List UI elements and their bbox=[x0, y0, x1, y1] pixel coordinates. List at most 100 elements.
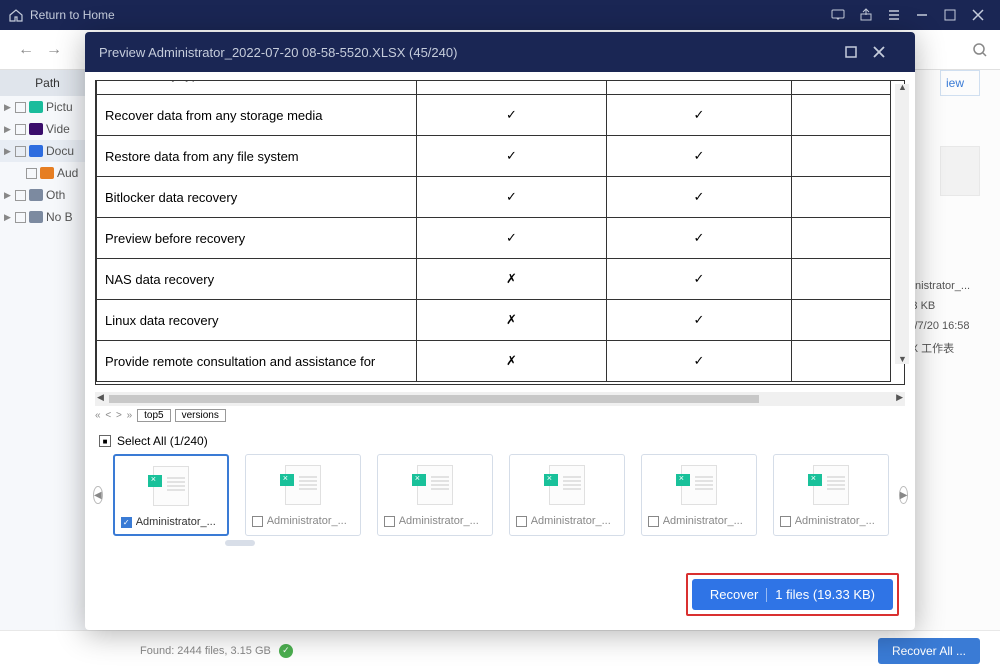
thumbnail[interactable]: ✓ Administrator_... bbox=[113, 454, 229, 536]
thumb-next-icon[interactable]: ▶ bbox=[899, 486, 909, 504]
sheet-tab-bar: « < > » top5 versions bbox=[85, 406, 915, 424]
table-row: Bitlocker data recovery✓✓ bbox=[97, 177, 891, 218]
table-cell: NAS data recovery bbox=[97, 259, 417, 300]
chevron-right-icon[interactable]: ▶ bbox=[4, 190, 12, 201]
thumbnail[interactable]: Administrator_... bbox=[509, 454, 625, 536]
share-icon[interactable] bbox=[852, 1, 880, 29]
thumb-checkbox[interactable] bbox=[384, 516, 395, 527]
chevron-right-icon[interactable]: ▶ bbox=[4, 124, 12, 135]
return-home-link[interactable]: Return to Home bbox=[30, 8, 115, 22]
thumb-checkbox[interactable]: ✓ bbox=[121, 517, 132, 528]
thumbnail[interactable]: Administrator_... bbox=[377, 454, 493, 536]
thumb-label: Administrator_... bbox=[399, 515, 479, 527]
forward-arrow-icon[interactable]: → bbox=[40, 36, 68, 64]
folder-icon bbox=[29, 123, 43, 135]
comment-icon[interactable] bbox=[824, 1, 852, 29]
scroll-up-icon[interactable]: ▲ bbox=[898, 82, 907, 92]
thumb-label: Administrator_... bbox=[136, 516, 216, 528]
back-arrow-icon[interactable]: ← bbox=[12, 36, 40, 64]
table-cell: ✗ bbox=[417, 300, 607, 341]
table-cell bbox=[792, 177, 891, 218]
close-icon[interactable] bbox=[964, 1, 992, 29]
table-cell: Restore data from any file system bbox=[97, 136, 417, 177]
tree-label: No B bbox=[46, 210, 73, 224]
minimize-icon[interactable] bbox=[908, 1, 936, 29]
table-cell: ✓ bbox=[417, 177, 607, 218]
table-cell: Linux data recovery bbox=[97, 300, 417, 341]
table-cell: ✓ bbox=[417, 218, 607, 259]
chevron-right-icon[interactable]: ▶ bbox=[4, 102, 12, 113]
scrollbar-thumb[interactable] bbox=[109, 395, 759, 403]
sidebar-item[interactable]: ▶ Oth bbox=[0, 184, 95, 206]
thumb-checkbox[interactable] bbox=[780, 516, 791, 527]
table-cell bbox=[792, 80, 891, 95]
folder-icon bbox=[29, 189, 43, 201]
recover-button[interactable]: Recover 1 files (19.33 KB) bbox=[692, 579, 893, 610]
menu-icon[interactable] bbox=[880, 1, 908, 29]
table-cell: ✓ bbox=[607, 218, 792, 259]
table-cell: ✓ bbox=[417, 80, 607, 95]
table-cell: ✓ bbox=[607, 80, 792, 95]
thumbnail[interactable]: Administrator_... bbox=[245, 454, 361, 536]
thumb-scrollbar[interactable] bbox=[105, 540, 895, 546]
tree-label: Oth bbox=[46, 188, 65, 202]
tree-checkbox[interactable] bbox=[15, 190, 26, 201]
spreadsheet-grid: Recover any type of files✓✓Recover data … bbox=[85, 72, 915, 392]
thumb-prev-icon[interactable]: ◀ bbox=[93, 486, 103, 504]
chevron-right-icon[interactable]: ▶ bbox=[4, 212, 12, 223]
recover-all-button[interactable]: Recover All ... bbox=[878, 638, 980, 664]
path-header: Path bbox=[0, 70, 95, 96]
tree-checkbox[interactable] bbox=[15, 146, 26, 157]
sidebar-item[interactable]: Aud bbox=[0, 162, 95, 184]
check-circle-icon: ✓ bbox=[279, 644, 293, 658]
sheet-tab-top5[interactable]: top5 bbox=[137, 409, 170, 422]
table-cell: ✗ bbox=[417, 341, 607, 382]
modal-maximize-icon[interactable] bbox=[845, 46, 873, 58]
tree-checkbox[interactable] bbox=[26, 168, 37, 179]
chevron-right-icon[interactable]: ▶ bbox=[4, 146, 12, 157]
maximize-icon[interactable] bbox=[936, 1, 964, 29]
tree-checkbox[interactable] bbox=[15, 212, 26, 223]
thumb-checkbox[interactable] bbox=[648, 516, 659, 527]
tree-checkbox[interactable] bbox=[15, 102, 26, 113]
sidebar-item[interactable]: ▶Docu bbox=[0, 140, 95, 162]
table-cell bbox=[792, 218, 891, 259]
sidebar-item[interactable]: ▶ No B bbox=[0, 206, 95, 228]
select-all-row[interactable]: ■ Select All (1/240) bbox=[85, 424, 915, 454]
scroll-left-icon[interactable]: ◀ bbox=[97, 392, 104, 403]
thumb-label: Administrator_... bbox=[531, 515, 611, 527]
recover-detail: 1 files (19.33 KB) bbox=[775, 587, 875, 602]
select-all-label: Select All (1/240) bbox=[117, 434, 208, 448]
xlsx-file-icon bbox=[417, 465, 453, 505]
table-cell bbox=[792, 136, 891, 177]
scroll-down-icon[interactable]: ▼ bbox=[898, 354, 907, 364]
tree-checkbox[interactable] bbox=[15, 124, 26, 135]
folder-icon bbox=[29, 101, 43, 113]
sidebar-item[interactable]: ▶ Pictu bbox=[0, 96, 95, 118]
tree-label: Pictu bbox=[46, 100, 73, 114]
search-icon[interactable] bbox=[972, 42, 988, 58]
table-row: NAS data recovery✗✓ bbox=[97, 259, 891, 300]
thumbnail[interactable]: Administrator_... bbox=[773, 454, 889, 536]
vertical-scrollbar[interactable]: ▲ ▼ bbox=[895, 84, 909, 364]
sidebar-item[interactable]: ▶ Vide bbox=[0, 118, 95, 140]
home-icon[interactable] bbox=[8, 7, 24, 23]
view-button-bg[interactable]: iew bbox=[940, 70, 980, 96]
thumb-checkbox[interactable] bbox=[516, 516, 527, 527]
xlsx-file-icon bbox=[153, 466, 189, 506]
thumb-checkbox[interactable] bbox=[252, 516, 263, 527]
tree-label: Vide bbox=[46, 122, 70, 136]
modal-title: Preview Administrator_2022-07-20 08-58-5… bbox=[99, 45, 457, 60]
scroll-right-icon[interactable]: ▶ bbox=[896, 392, 903, 403]
sheet-nav-arrows[interactable]: « < > » bbox=[95, 410, 133, 421]
xlsx-file-icon bbox=[813, 465, 849, 505]
modal-close-icon[interactable] bbox=[873, 46, 901, 58]
horizontal-scrollbar[interactable]: ◀ ▶ bbox=[95, 392, 905, 406]
doc-placeholder-icon bbox=[940, 146, 980, 196]
sidebar: Path ▶ Pictu ▶ Vide ▶DocuAud ▶ Oth ▶ No B bbox=[0, 70, 95, 630]
select-all-checkbox[interactable]: ■ bbox=[99, 435, 111, 447]
sheet-tab-versions[interactable]: versions bbox=[175, 409, 226, 422]
thumbnail[interactable]: Administrator_... bbox=[641, 454, 757, 536]
table-cell bbox=[792, 341, 891, 382]
table-row: Preview before recovery✓✓ bbox=[97, 218, 891, 259]
